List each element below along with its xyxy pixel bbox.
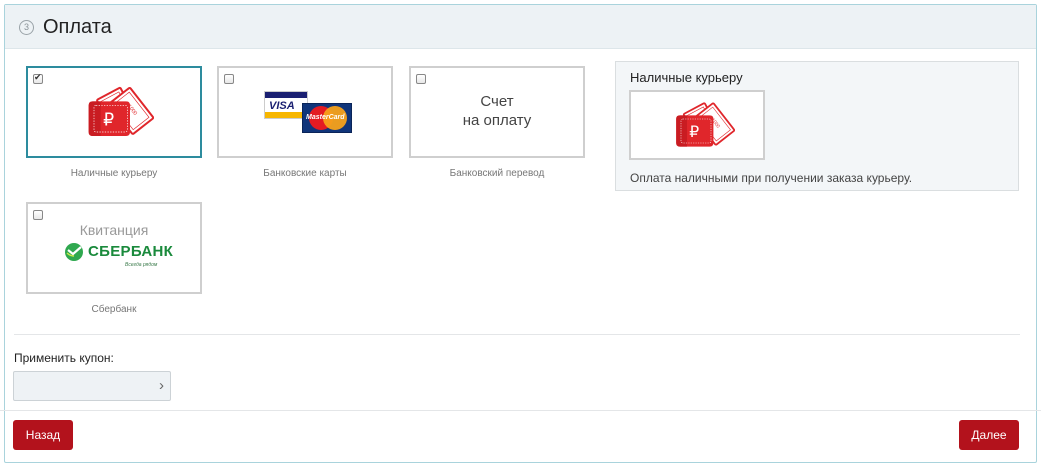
sberbank-logo-icon bbox=[65, 243, 83, 261]
payment-card-cards[interactable]: VISA MasterCard bbox=[217, 66, 393, 158]
details-image bbox=[629, 90, 765, 160]
back-button[interactable]: Назад bbox=[13, 420, 73, 450]
payment-label-transfer: Банковский перевод bbox=[449, 168, 545, 179]
payment-card-sberbank[interactable]: Квитанция СБЕРБАНК Всегда рядом bbox=[26, 202, 202, 294]
next-button[interactable]: Далее bbox=[959, 420, 1019, 450]
sberbank-slogan: Всегда рядом bbox=[125, 262, 158, 268]
details-title: Наличные курьеру bbox=[630, 70, 743, 85]
payment-details-box: Наличные курьеру Оплата наличными при по… bbox=[615, 61, 1019, 191]
coupon-input[interactable] bbox=[14, 372, 152, 400]
sberbank-name: СБЕРБАНК bbox=[88, 243, 174, 260]
receipt-title: Квитанция bbox=[79, 222, 149, 238]
payment-label-cash: Наличные курьеру bbox=[70, 168, 158, 179]
step-number-badge: 3 bbox=[19, 20, 34, 35]
cash-wallet-icon bbox=[74, 72, 154, 152]
section-divider bbox=[14, 334, 1020, 335]
payment-card-transfer[interactable]: Счет на оплату bbox=[409, 66, 585, 158]
coupon-field: › bbox=[13, 371, 171, 401]
payment-card-cash[interactable] bbox=[26, 66, 202, 158]
footer-divider bbox=[0, 410, 1041, 411]
panel-header: 3 Оплата bbox=[5, 5, 1036, 49]
payment-checkbox-transfer[interactable] bbox=[416, 74, 426, 84]
payment-label-sberbank: Сбербанк bbox=[91, 304, 137, 315]
page-title: Оплата bbox=[43, 16, 112, 38]
payment-checkbox-cash[interactable] bbox=[33, 72, 43, 84]
payment-checkbox-sberbank[interactable] bbox=[33, 210, 43, 220]
details-description: Оплата наличными при получении заказа ку… bbox=[630, 171, 913, 185]
coupon-label: Применить купон: bbox=[14, 351, 114, 365]
mastercard-logo-icon: MasterCard bbox=[302, 103, 352, 133]
invoice-image-text: Счет на оплату bbox=[462, 93, 532, 129]
chevron-right-icon[interactable]: › bbox=[159, 377, 164, 394]
payment-checkbox-cards[interactable] bbox=[224, 74, 234, 84]
payment-label-cards: Банковские карты bbox=[263, 168, 347, 179]
cash-wallet-icon bbox=[663, 89, 735, 161]
